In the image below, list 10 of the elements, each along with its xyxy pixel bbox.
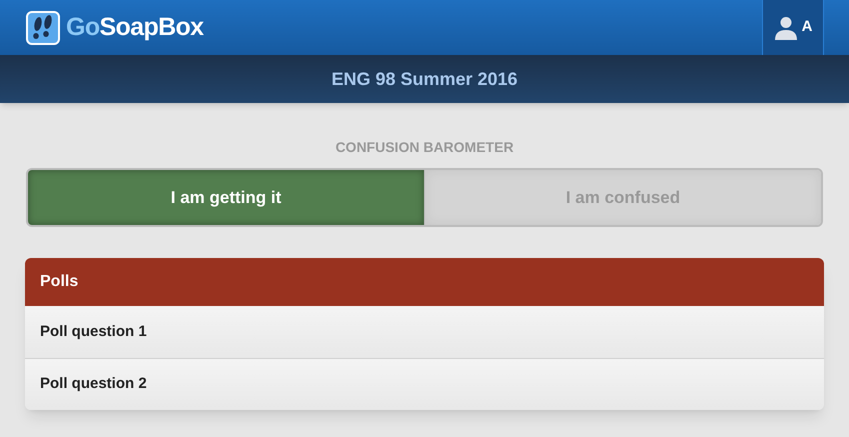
panel-title: Polls [40, 272, 78, 292]
brand-name: GoSoapBox [66, 12, 204, 43]
course-title: ENG 98 Summer 2016 [331, 68, 518, 90]
logo-icon [26, 10, 60, 44]
section-label: CONFUSION BAROMETER [335, 138, 514, 157]
user-menu-button[interactable]: A [762, 0, 824, 55]
user-icon [774, 16, 798, 40]
barometer-option[interactable]: I am getting it [28, 170, 424, 225]
poll-item[interactable]: Poll question 1 [25, 306, 824, 358]
poll-item[interactable]: Poll question 2 [25, 358, 824, 410]
